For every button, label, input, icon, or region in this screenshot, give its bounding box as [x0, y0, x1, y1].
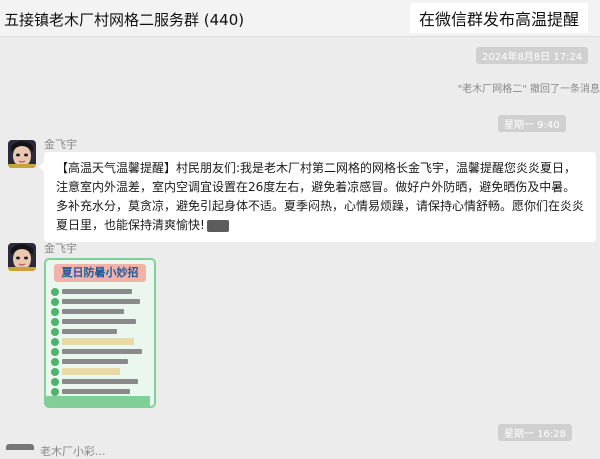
sender-name[interactable]: 金飞宇	[44, 136, 77, 152]
timestamp-pill: 星期一 9:40	[498, 115, 566, 132]
tip-line	[51, 347, 147, 357]
sender-name[interactable]: 金飞宇	[44, 240, 77, 256]
avatar-icon[interactable]	[8, 140, 36, 168]
tip-line	[51, 307, 147, 317]
message-bubble[interactable]: 【高温天气温馨提醒】村民朋友们:我是老木厂村第二网格的网格长金飞宇，温馨提醒您炎…	[39, 152, 596, 242]
tip-line	[51, 317, 147, 327]
sticker-icon[interactable]	[206, 219, 229, 232]
timestamp-pill: 星期一 16:28	[498, 424, 572, 441]
bubble-arrow	[39, 162, 44, 172]
image-message[interactable]: 夏日防暑小妙招	[44, 258, 156, 408]
overlay-caption: 在微信群发布高温提醒	[410, 3, 589, 33]
tip-line	[51, 327, 147, 337]
message-text: 【高温天气温馨提醒】村民朋友们:我是老木厂村第二网格的网格长金飞宇，温馨提醒您炎…	[56, 161, 585, 232]
avatar-icon[interactable]	[6, 444, 34, 450]
recall-system-message: "老木厂网格二" 撤回了一条消息	[457, 84, 600, 95]
poster-footer	[46, 396, 150, 406]
tip-line	[51, 377, 147, 387]
sender-name[interactable]: 老木厂小彩...	[40, 443, 106, 459]
timestamp-pill: 2024年8月8日 17:24	[476, 47, 589, 64]
image-title: 夏日防暑小妙招	[54, 264, 146, 282]
tip-line	[51, 367, 147, 377]
tip-line	[51, 337, 147, 347]
tip-line	[51, 287, 147, 297]
avatar-icon[interactable]	[8, 243, 36, 271]
tip-line	[51, 297, 147, 307]
chat-title[interactable]: 五接镇老木厂村网格二服务群 (440)	[4, 9, 244, 30]
tip-line	[51, 357, 147, 367]
